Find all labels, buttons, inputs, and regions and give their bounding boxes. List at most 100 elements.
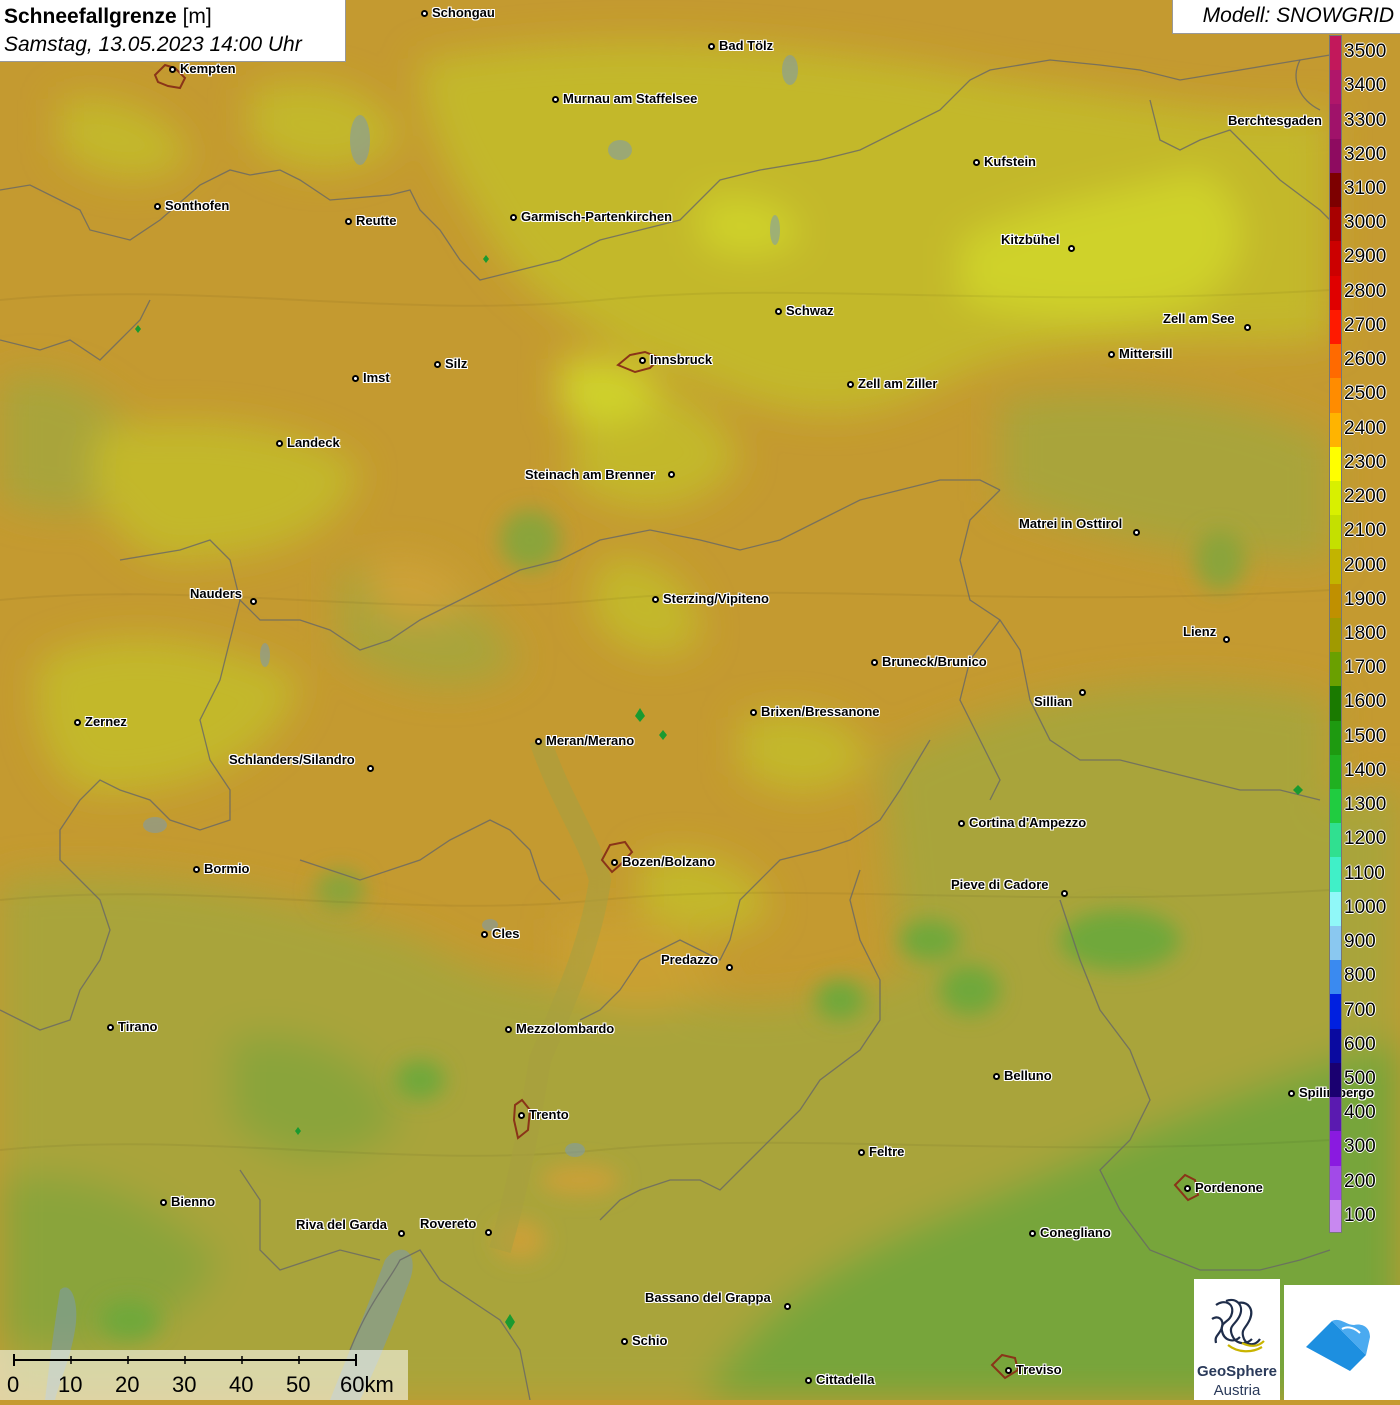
mountain-cloud-logo[interactable] <box>1284 1285 1400 1400</box>
city-marker[interactable] <box>154 203 161 210</box>
legend-label: 800 <box>1344 965 1376 987</box>
city-marker[interactable] <box>805 1377 812 1384</box>
city-marker[interactable] <box>621 1338 628 1345</box>
geosphere-name: GeoSphere <box>1196 1363 1278 1380</box>
city-label: Meran/Merano <box>546 733 635 748</box>
legend-label: 3200 <box>1344 143 1387 165</box>
city-marker[interactable] <box>847 381 854 388</box>
city-marker[interactable] <box>668 471 675 478</box>
model-label: Modell: SNOWGRID <box>1172 0 1400 34</box>
city-marker[interactable] <box>250 598 257 605</box>
city-marker[interactable] <box>993 1073 1000 1080</box>
city-marker[interactable] <box>169 66 176 73</box>
scale-bar: 0 10 20 30 40 50 60km <box>0 1350 408 1400</box>
city-label: Matrei in Osttirol <box>1019 516 1123 531</box>
legend-swatch <box>1330 515 1341 551</box>
city-marker[interactable] <box>1029 1230 1036 1237</box>
legend-swatch <box>1330 925 1341 962</box>
city-label: Bassano del Grappa <box>645 1290 771 1305</box>
city-marker[interactable] <box>1133 529 1140 536</box>
legend-label: 1500 <box>1344 725 1387 747</box>
city-marker[interactable] <box>726 964 733 971</box>
legend-swatch <box>1330 172 1341 209</box>
legend-swatch <box>1330 1028 1341 1064</box>
legend-label: 1400 <box>1344 759 1387 781</box>
city-label: Steinach am Brenner <box>525 467 656 482</box>
city-marker[interactable] <box>708 43 715 50</box>
city-marker[interactable] <box>552 96 559 103</box>
city-marker[interactable] <box>107 1024 114 1031</box>
city-label: Bruneck/Brunico <box>882 654 987 669</box>
legend-swatch <box>1330 309 1341 346</box>
city-label: Belluno <box>1004 1068 1052 1083</box>
city-marker[interactable] <box>1108 351 1115 358</box>
legend-label: 900 <box>1344 931 1376 953</box>
city-marker[interactable] <box>958 820 965 827</box>
city-marker[interactable] <box>1079 689 1086 696</box>
legend-swatch <box>1330 994 1341 1030</box>
city-marker[interactable] <box>421 10 428 17</box>
map-datetime: Samstag, 13.05.2023 14:00 Uhr <box>4 33 302 56</box>
city-marker[interactable] <box>784 1303 791 1310</box>
city-label: Zell am Ziller <box>858 376 938 391</box>
city-marker[interactable] <box>434 361 441 368</box>
city-label: Mittersill <box>1119 346 1173 361</box>
city-marker[interactable] <box>871 659 878 666</box>
city-marker[interactable] <box>345 218 352 225</box>
legend-label: 600 <box>1344 1033 1376 1055</box>
city-marker[interactable] <box>74 719 81 726</box>
legend-swatch <box>1330 1199 1341 1232</box>
city-marker[interactable] <box>160 1199 167 1206</box>
legend-colorbar <box>1329 35 1342 1233</box>
city-marker[interactable] <box>510 214 517 221</box>
city-label: Brixen/Bressanone <box>761 704 880 719</box>
legend-swatch <box>1330 754 1341 791</box>
legend-label: 400 <box>1344 1102 1376 1124</box>
city-label: Silz <box>445 356 468 371</box>
legend-swatch <box>1330 36 1341 72</box>
city-label: Cortina d'Ampezzo <box>969 815 1087 830</box>
city-marker[interactable] <box>276 440 283 447</box>
city-marker[interactable] <box>1244 324 1251 331</box>
city-label: Bormio <box>204 861 250 876</box>
legend-label: 2900 <box>1344 246 1387 268</box>
city-marker[interactable] <box>1184 1185 1191 1192</box>
city-marker[interactable] <box>1223 636 1230 643</box>
city-marker[interactable] <box>398 1230 405 1237</box>
city-label: Schwaz <box>786 303 834 318</box>
city-marker[interactable] <box>505 1026 512 1033</box>
city-label: Sonthofen <box>165 198 230 213</box>
legend-swatch <box>1330 857 1341 893</box>
city-marker[interactable] <box>973 159 980 166</box>
legend-swatch <box>1330 104 1341 140</box>
city-marker[interactable] <box>193 866 200 873</box>
city-marker[interactable] <box>639 357 646 364</box>
geosphere-logo[interactable]: GeoSphere Austria <box>1194 1279 1280 1400</box>
legend-swatch <box>1330 1131 1341 1167</box>
city-marker[interactable] <box>652 596 659 603</box>
legend-label: 1600 <box>1344 691 1387 713</box>
city-marker[interactable] <box>367 765 374 772</box>
legend-swatch <box>1330 720 1341 756</box>
city-marker[interactable] <box>858 1149 865 1156</box>
city-marker[interactable] <box>750 709 757 716</box>
city-marker[interactable] <box>1061 890 1068 897</box>
city-marker[interactable] <box>535 738 542 745</box>
legend-label: 500 <box>1344 1067 1376 1089</box>
city-marker[interactable] <box>1005 1367 1012 1374</box>
city-marker[interactable] <box>775 308 782 315</box>
legend-label: 2200 <box>1344 486 1387 508</box>
legend-label: 300 <box>1344 1136 1376 1158</box>
city-marker[interactable] <box>1068 245 1075 252</box>
scale-label: 10 <box>58 1372 83 1397</box>
city-marker[interactable] <box>611 859 618 866</box>
city-marker[interactable] <box>485 1229 492 1236</box>
city-marker[interactable] <box>481 931 488 938</box>
city-marker[interactable] <box>352 375 359 382</box>
city-marker[interactable] <box>518 1112 525 1119</box>
city-marker[interactable] <box>1288 1090 1295 1097</box>
legend-label: 700 <box>1344 999 1376 1021</box>
legend-label: 1700 <box>1344 657 1387 679</box>
city-label: Schio <box>632 1333 668 1348</box>
legend-swatch <box>1330 412 1341 448</box>
